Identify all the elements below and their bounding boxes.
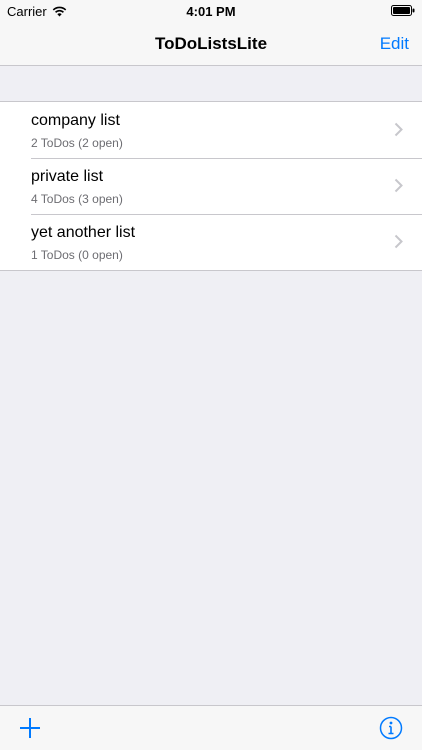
todo-lists: company list 2 ToDos (2 open) private li… xyxy=(0,101,422,271)
edit-button[interactable]: Edit xyxy=(380,34,409,54)
list-item[interactable]: yet another list 1 ToDos (0 open) xyxy=(0,214,422,270)
plus-icon[interactable] xyxy=(19,717,41,739)
chevron-right-icon xyxy=(394,178,403,193)
list-item[interactable]: private list 4 ToDos (3 open) xyxy=(0,158,422,214)
status-time: 4:01 PM xyxy=(186,4,236,19)
navigation-bar: ToDoListsLite Edit xyxy=(0,22,422,66)
list-item-subtitle: 1 ToDos (0 open) xyxy=(31,248,123,262)
battery-icon xyxy=(391,5,415,16)
bottom-toolbar xyxy=(0,705,422,750)
chevron-right-icon xyxy=(394,234,403,249)
info-icon[interactable] xyxy=(379,716,403,740)
list-item-title: private list xyxy=(31,168,104,185)
list-item-title: company list xyxy=(31,112,120,129)
header: Carrier 4:01 PM ToDoListsLite Edit xyxy=(0,0,422,66)
chevron-right-icon xyxy=(394,122,403,137)
list-item-subtitle: 2 ToDos (2 open) xyxy=(31,136,123,150)
list-item-subtitle: 4 ToDos (3 open) xyxy=(31,192,123,206)
list-item-title: yet another list xyxy=(31,224,136,241)
page-title: ToDoListsLite xyxy=(154,34,268,53)
status-bar: Carrier 4:01 PM xyxy=(0,0,422,22)
list-item[interactable]: company list 2 ToDos (2 open) xyxy=(0,102,422,158)
